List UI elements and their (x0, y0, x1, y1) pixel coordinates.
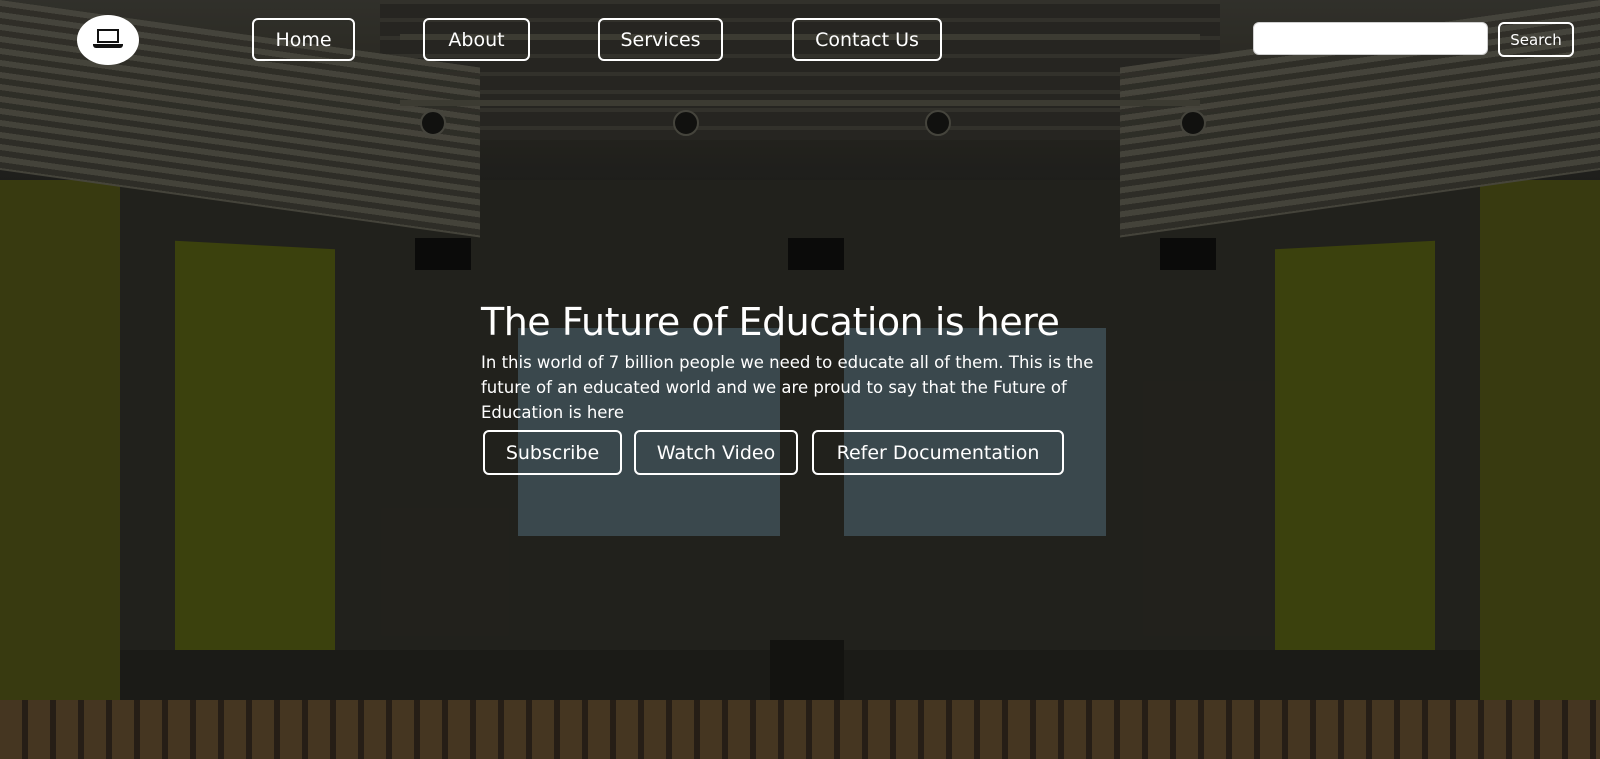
nav-contact-us-button[interactable]: Contact Us (792, 18, 942, 61)
hero-description: In this world of 7 billion people we nee… (481, 353, 1094, 422)
nav-home-button[interactable]: Home (252, 18, 355, 61)
nav-about-button[interactable]: About (423, 18, 530, 61)
laptop-icon (93, 29, 123, 51)
search-input[interactable] (1253, 22, 1488, 55)
hero-actions: Subscribe Watch Video Refer Documentatio… (483, 430, 1123, 476)
logo[interactable] (77, 15, 139, 65)
search-button[interactable]: Search (1498, 22, 1574, 57)
nav-services-button[interactable]: Services (598, 18, 723, 61)
page: Home About Services Contact Us Search Th… (0, 0, 1600, 759)
hero-title: The Future of Education is here (481, 300, 1060, 344)
refer-documentation-button[interactable]: Refer Documentation (812, 430, 1064, 475)
navbar: Home About Services Contact Us Search (0, 0, 1600, 80)
watch-video-button[interactable]: Watch Video (634, 430, 798, 475)
subscribe-button[interactable]: Subscribe (483, 430, 622, 475)
hero-section: The Future of Education is here In this … (481, 298, 1121, 475)
